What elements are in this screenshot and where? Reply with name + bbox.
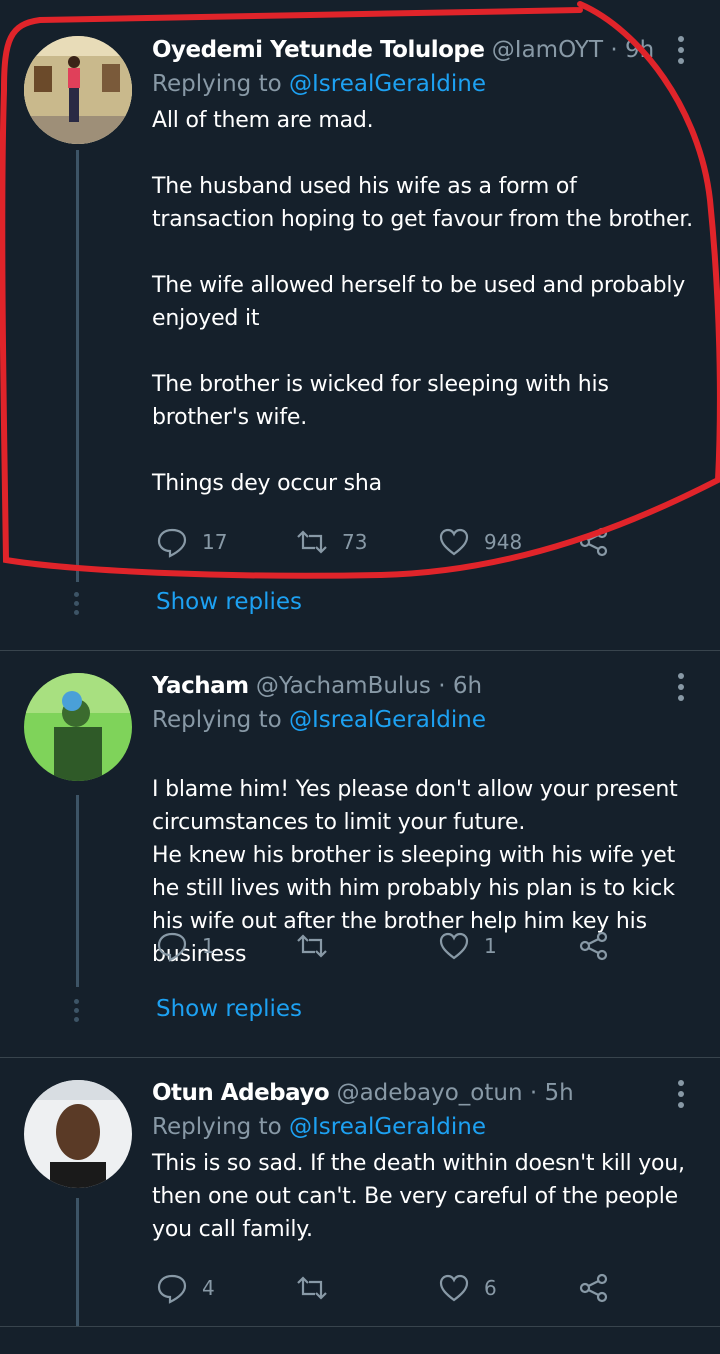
share-button[interactable] (578, 1272, 610, 1304)
retweet-icon (297, 934, 327, 958)
more-options-icon[interactable] (678, 36, 686, 69)
mention-link[interactable]: @IsrealGeraldine (289, 707, 486, 733)
like-count: 6 (484, 1276, 497, 1300)
author-handle[interactable]: @YachamBulus (256, 673, 431, 699)
mention-link[interactable]: @IsrealGeraldine (289, 1114, 486, 1140)
reply-icon (157, 528, 187, 558)
more-options-icon[interactable] (678, 1080, 686, 1113)
timestamp[interactable]: 5h (544, 1080, 573, 1106)
avatar-photo (24, 673, 132, 781)
avatar[interactable] (24, 673, 132, 781)
heart-icon (439, 932, 469, 960)
retweet-button[interactable]: 73 (296, 526, 367, 558)
tweet-paragraph: The husband used his wife as a form of t… (152, 174, 693, 232)
replying-prefix: Replying to (152, 71, 289, 97)
timestamp[interactable]: 6h (453, 673, 482, 699)
reply-count: 17 (202, 530, 228, 554)
retweet-button[interactable] (296, 1272, 342, 1304)
more-options-icon[interactable] (678, 673, 686, 706)
reply-icon (157, 1274, 187, 1304)
replying-to: Replying to @IsrealGeraldine (152, 68, 696, 100)
tweet-text: All of them are mad. The husband used hi… (152, 104, 696, 500)
share-button[interactable] (578, 526, 610, 558)
tweet-text: This is so sad. If the death within does… (152, 1147, 696, 1246)
retweet-count: 73 (342, 530, 368, 554)
replying-prefix: Replying to (152, 1114, 289, 1140)
divider (0, 1326, 720, 1327)
thread-line (76, 150, 79, 582)
tweet-paragraph: This is so sad. If the death within does… (152, 1151, 685, 1242)
like-button[interactable]: 1 (438, 930, 497, 962)
reply-icon (157, 932, 187, 962)
thread-dots (74, 592, 80, 619)
share-button[interactable] (578, 930, 610, 962)
tweet-paragraph: All of them are mad. (152, 108, 374, 133)
retweet-button[interactable] (296, 930, 342, 962)
separator: · (529, 1080, 538, 1106)
reply-button[interactable]: 17 (156, 526, 227, 558)
avatar-photo (24, 36, 132, 144)
tweet-paragraph: The brother is wicked for sleeping with … (152, 372, 609, 430)
reply-button[interactable]: 1 (156, 930, 215, 962)
author-name[interactable]: Yacham (152, 673, 249, 699)
author-handle[interactable]: @IamOYT (492, 37, 603, 63)
like-count: 948 (484, 530, 523, 554)
heart-icon (439, 528, 469, 556)
reply-count: 1 (202, 934, 215, 958)
author-handle[interactable]: @adebayo_otun (337, 1080, 523, 1106)
reply-button[interactable]: 4 (156, 1272, 215, 1304)
heart-icon (439, 1274, 469, 1302)
separator: · (610, 37, 618, 63)
avatar-photo (24, 1080, 132, 1188)
replying-to: Replying to @IsrealGeraldine (152, 1111, 696, 1143)
share-icon (579, 931, 608, 961)
show-replies-link[interactable]: Show replies (156, 996, 302, 1022)
like-count: 1 (484, 934, 497, 958)
timestamp[interactable]: 9h (625, 37, 654, 63)
replying-to: Replying to @IsrealGeraldine (152, 704, 696, 736)
tweet-paragraph: The wife allowed herself to be used and … (152, 273, 686, 331)
share-icon (579, 527, 608, 557)
like-button[interactable]: 948 (438, 526, 522, 558)
thread-line (76, 1198, 79, 1326)
avatar[interactable] (24, 36, 132, 144)
separator: · (438, 673, 446, 699)
thread-line (76, 795, 79, 987)
avatar[interactable] (24, 1080, 132, 1188)
thread-dots (74, 999, 80, 1026)
reply-count: 4 (202, 1276, 215, 1300)
tweet-paragraph: Things dey occur sha (152, 471, 382, 496)
author-name[interactable]: Otun Adebayo (152, 1080, 330, 1106)
replying-prefix: Replying to (152, 707, 289, 733)
share-icon (579, 1273, 608, 1303)
mention-link[interactable]: @IsrealGeraldine (289, 71, 486, 97)
retweet-icon (297, 1276, 327, 1300)
tweet-2[interactable]: Yacham @YachamBulus · 6h Replying to @Is… (0, 651, 720, 1056)
retweet-icon (297, 530, 327, 554)
like-button[interactable]: 6 (438, 1272, 497, 1304)
tweet-1[interactable]: Oyedemi Yetunde Tolulope @IamOYT · 9h Re… (0, 0, 720, 650)
show-replies-link[interactable]: Show replies (156, 589, 302, 615)
tweet-3[interactable]: Otun Adebayo @adebayo_otun · 5h Replying… (0, 1058, 720, 1326)
author-name[interactable]: Oyedemi Yetunde Tolulope (152, 37, 485, 63)
